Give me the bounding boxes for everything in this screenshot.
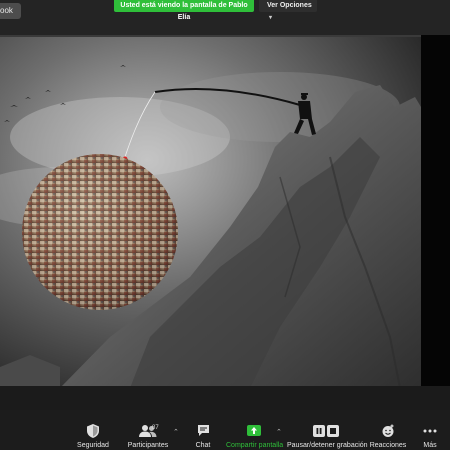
- meeting-toolbar: Seguridad 87 Participantes ⌃ Chat Compar…: [0, 410, 450, 450]
- share-screen-label: Compartir pantalla: [226, 442, 284, 449]
- share-screen-icon: [247, 425, 261, 436]
- security-button[interactable]: Seguridad: [74, 424, 112, 450]
- participants-label: Participantes: [127, 442, 169, 449]
- reactions-label: Reacciones: [369, 442, 407, 449]
- shield-icon: [87, 424, 99, 438]
- chevron-down-icon: ▾: [269, 15, 273, 21]
- share-screen-button[interactable]: Compartir pantalla: [226, 424, 284, 450]
- reactions-icon: [382, 424, 394, 437]
- more-label: Más: [423, 442, 437, 449]
- right-edge-strip: [421, 35, 450, 386]
- more-button[interactable]: Más: [420, 424, 440, 450]
- view-options-label: Ver Opciones: [267, 2, 312, 9]
- record-label: Pausar/detener grabación: [287, 442, 368, 449]
- view-options-button[interactable]: Ver Opciones ▾: [259, 0, 317, 21]
- chat-button[interactable]: Chat: [192, 424, 214, 450]
- chat-icon: [197, 425, 209, 436]
- participants-button[interactable]: 87 Participantes: [126, 424, 170, 450]
- share-caret-icon[interactable]: ⌃: [276, 428, 282, 436]
- shared-image: [0, 37, 421, 386]
- shared-screen: [0, 35, 421, 386]
- screen-share-banner: Usted está viendo la pantalla de Pablo E…: [114, 0, 254, 21]
- record-button[interactable]: Pausar/detener grabación: [287, 424, 368, 450]
- reactions-button[interactable]: Reacciones: [369, 424, 407, 450]
- top-bar: ook Usted está viendo la pantalla de Pab…: [0, 0, 450, 35]
- more-dots-icon: [423, 429, 437, 433]
- chat-label: Chat: [195, 442, 211, 449]
- meeting-tab[interactable]: ook: [0, 3, 21, 19]
- participants-caret-icon[interactable]: ⌃: [173, 428, 179, 436]
- pause-stop-icon: [313, 425, 339, 437]
- participants-count: 87: [152, 425, 159, 431]
- security-label: Seguridad: [77, 442, 109, 449]
